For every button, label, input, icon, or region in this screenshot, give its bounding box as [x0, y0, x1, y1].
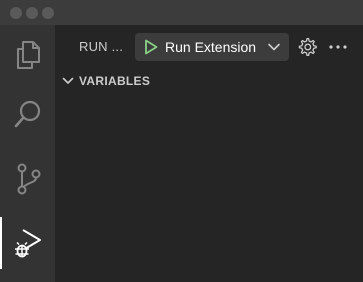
activity-bar	[0, 25, 55, 282]
play-icon	[145, 39, 158, 55]
sidebar-header: RUN ... Run Extension	[55, 25, 363, 70]
minimize-window-button[interactable]	[26, 7, 38, 19]
activity-item-source-control[interactable]	[0, 153, 55, 205]
activity-item-run-debug[interactable]	[0, 217, 55, 269]
search-icon	[14, 100, 40, 128]
run-debug-sidebar: RUN ... Run Extension VARIABLES	[55, 25, 363, 282]
gear-icon[interactable]	[298, 37, 318, 57]
activity-item-explorer[interactable]	[0, 29, 55, 81]
variables-section-title: VARIABLES	[79, 74, 151, 88]
variables-section-header[interactable]: VARIABLES	[55, 70, 363, 92]
vscode-window: RUN ... Run Extension VARIABLES	[0, 0, 363, 282]
title-bar	[0, 0, 363, 25]
files-icon	[16, 41, 40, 69]
run-debug-icon	[14, 229, 41, 258]
chevron-down-icon[interactable]	[267, 40, 281, 54]
sidebar-title: RUN ...	[79, 39, 124, 54]
ellipsis-icon[interactable]	[327, 37, 349, 57]
maximize-window-button[interactable]	[42, 7, 54, 19]
chevron-down-icon	[62, 77, 74, 84]
run-config-label: Run Extension	[165, 39, 257, 55]
start-debugging-button[interactable]	[139, 33, 163, 61]
source-control-icon	[17, 163, 40, 195]
close-window-button[interactable]	[10, 7, 22, 19]
run-config-select[interactable]: Run Extension	[135, 33, 289, 61]
activity-item-search[interactable]	[0, 89, 55, 141]
